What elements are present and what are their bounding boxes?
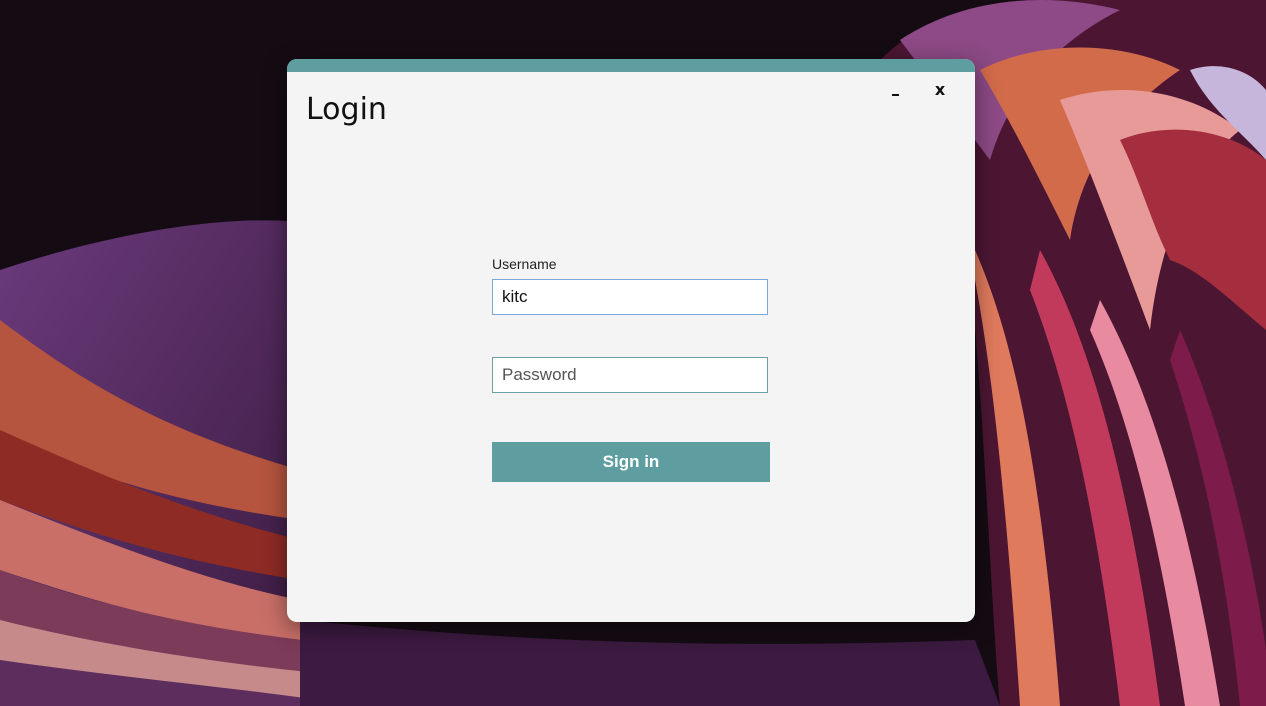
window-title-bar[interactable] (287, 59, 975, 72)
password-input[interactable] (492, 357, 768, 393)
login-window: Login x Username Sign in (287, 59, 975, 622)
sign-in-button[interactable]: Sign in (492, 442, 770, 482)
username-label: Username (492, 256, 557, 272)
username-input[interactable] (492, 279, 768, 315)
desktop: Login x Username Sign in (0, 0, 1266, 706)
close-button[interactable]: x (929, 79, 951, 101)
window-title: Login (306, 92, 387, 127)
close-icon: x (934, 80, 946, 99)
minimize-icon (892, 94, 899, 96)
minimize-button[interactable] (885, 81, 907, 103)
